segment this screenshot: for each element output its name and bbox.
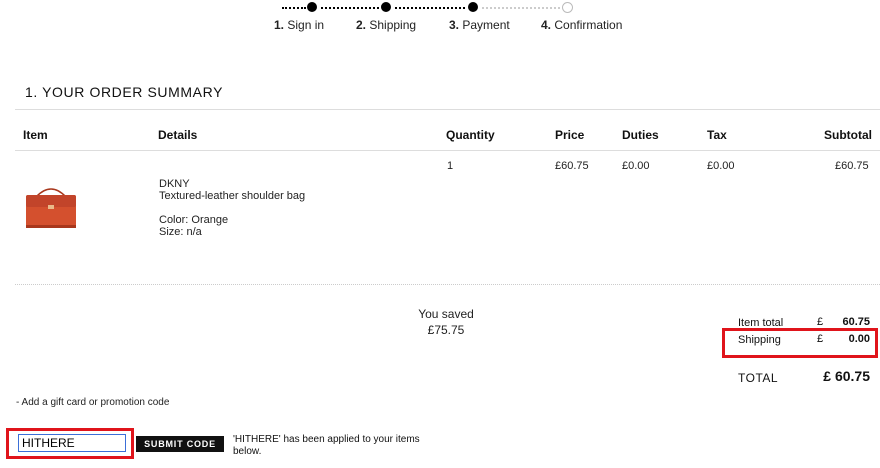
submit-code-button[interactable]: SUBMIT CODE	[136, 436, 224, 452]
step-shipping[interactable]: 2. Shipping	[356, 18, 416, 32]
divider	[15, 284, 880, 285]
savings-amount: £75.75	[427, 323, 465, 337]
step-payment: 3. Payment	[449, 18, 510, 32]
item-total-currency: £	[817, 316, 824, 328]
product-color: Color: Orange	[159, 214, 229, 226]
product-subtotal: £60.75	[835, 160, 869, 172]
shipping-highlight-box	[722, 328, 878, 358]
product-tax: £0.00	[707, 160, 735, 172]
promo-code-link[interactable]: - Add a gift card or promotion code	[16, 397, 169, 408]
divider	[15, 109, 880, 110]
col-header-subtotal: Subtotal	[824, 128, 872, 142]
promo-applied-message: 'HITHERE' has been applied to your items…	[233, 434, 420, 457]
total-value: £ 60.75	[823, 368, 870, 384]
product-quantity: 1	[447, 160, 454, 172]
product-description[interactable]: Textured-leather shoulder bag	[159, 190, 305, 202]
product-brand[interactable]: DKNY	[159, 178, 190, 190]
step-3-current-icon	[468, 2, 478, 12]
step-4-pending-icon	[562, 2, 573, 13]
progress-connector	[395, 7, 465, 9]
product-image-bag[interactable]	[24, 183, 78, 229]
step-confirmation: 4. Confirmation	[541, 18, 623, 32]
checkout-progress: 1. Sign in 2. Shipping 3. Payment 4. Con…	[0, 0, 880, 40]
savings-label: You saved	[418, 307, 474, 321]
col-header-price: Price	[555, 128, 585, 142]
progress-connector	[482, 7, 560, 9]
item-total-value: 60.75	[842, 316, 870, 328]
col-header-details: Details	[158, 128, 198, 142]
product-price: £60.75	[555, 160, 589, 172]
col-header-tax: Tax	[707, 128, 727, 142]
section-title: 1. YOUR ORDER SUMMARY	[25, 84, 224, 100]
total-label: TOTAL	[738, 371, 779, 385]
product-duties: £0.00	[622, 160, 650, 172]
promo-code-input[interactable]	[18, 434, 126, 452]
product-size: Size: n/a	[159, 226, 202, 238]
step-sign-in[interactable]: 1. Sign in	[274, 18, 324, 32]
progress-connector	[321, 7, 379, 9]
progress-connector	[282, 7, 306, 9]
col-header-quantity: Quantity	[446, 128, 495, 142]
col-header-duties: Duties	[622, 128, 659, 142]
divider	[15, 150, 880, 151]
step-1-complete-icon	[307, 2, 317, 12]
col-header-item: Item	[23, 128, 48, 142]
step-2-complete-icon	[381, 2, 391, 12]
